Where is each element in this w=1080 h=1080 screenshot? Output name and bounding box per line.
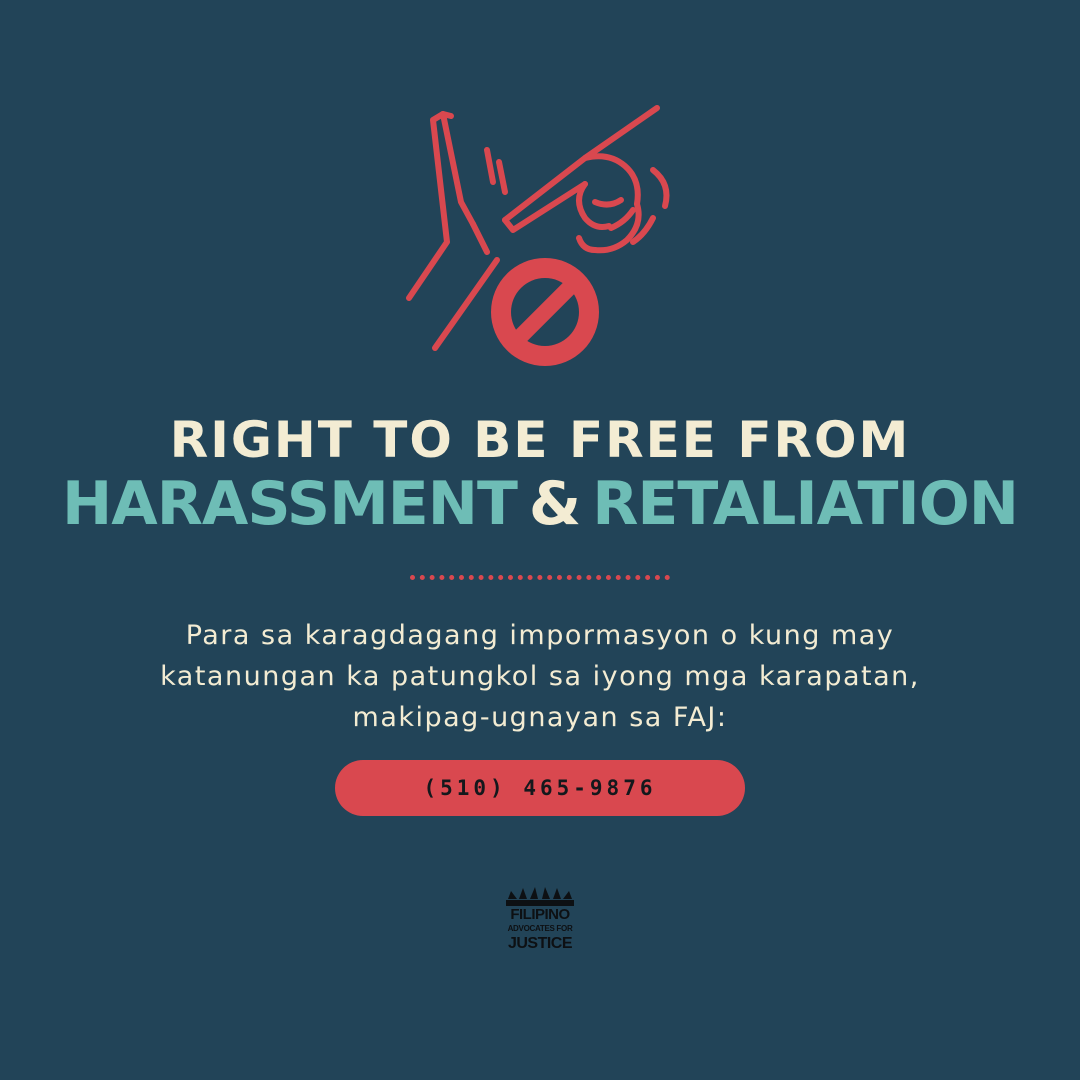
title-word-harassment: HARASSMENT <box>62 469 518 539</box>
hand-stop-harassment-icon <box>406 105 670 366</box>
info-line-2: katanungan ka patungkol sa iyong mga kar… <box>160 661 920 692</box>
info-line-3: makipag-ugnayan sa FAJ: <box>352 702 728 733</box>
title-line-2: HARASSMENT & RETALIATION <box>0 467 1080 541</box>
logo-line-1: FILIPINO <box>510 906 570 923</box>
info-paragraph: Para sa karagdagang impormasyon o kung m… <box>90 615 990 738</box>
poster: RIGHT TO BE FREE FROM HARASSMENT & RETALIA… <box>0 0 1080 1080</box>
logo-line-3: JUSTICE <box>507 935 573 952</box>
phone-number-button[interactable]: (510) 465-9876 <box>335 760 745 816</box>
sun-rays-icon <box>506 887 574 906</box>
title-word-retaliation: RETALIATION <box>592 469 1019 539</box>
title-ampersand: & <box>528 469 581 539</box>
faj-logo: FILIPINO ADVOCATES FOR JUSTICE <box>505 887 575 969</box>
logo-line-2: ADVOCATES FOR <box>507 924 573 933</box>
info-line-1: Para sa karagdagang impormasyon o kung m… <box>185 620 895 651</box>
phone-number: (510) 465-9876 <box>423 776 657 800</box>
dotted-divider <box>410 575 670 580</box>
title-line-1: RIGHT TO BE FREE FROM <box>169 411 911 469</box>
